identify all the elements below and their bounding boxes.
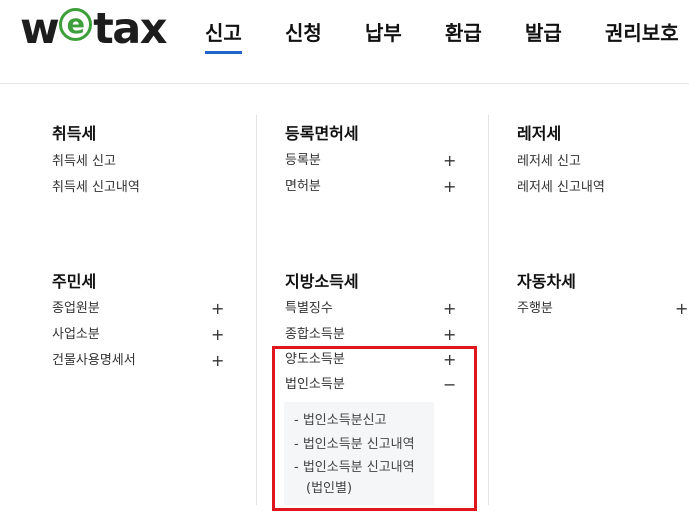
menu-item-business-office[interactable]: 사업소분 (52, 326, 100, 344)
section-title-local-income: 지방소득세 (285, 272, 359, 291)
plus-icon[interactable]: + (211, 326, 224, 344)
menu-item-withholding[interactable]: 특별징수 (285, 300, 333, 318)
plus-icon[interactable]: + (443, 326, 456, 344)
submenu-item-corporate-history-by-corp-suffix[interactable]: (법인별) (306, 480, 352, 498)
section-title-acquisition: 취득세 (52, 124, 97, 143)
nav-item-rights[interactable]: 권리보호 (605, 20, 679, 46)
corporate-submenu: - 법인소득분신고 - 법인소득분 신고내역 - 법인소득분 신고내역 (법인별… (284, 402, 434, 505)
column-divider (488, 115, 489, 505)
nav-item-refund[interactable]: 환급 (445, 20, 482, 46)
menu-item-registration[interactable]: 등록분 (285, 152, 321, 170)
nav-item-apply[interactable]: 신청 (285, 20, 322, 46)
menu-item-comprehensive[interactable]: 종합소득분 (285, 326, 345, 344)
plus-icon[interactable]: + (211, 300, 224, 318)
menu-item-leisure-history[interactable]: 레저세 신고내역 (517, 179, 605, 197)
nav-item-report[interactable]: 신고 (205, 20, 242, 54)
menu-item-acquisition-report[interactable]: 취득세 신고 (52, 153, 116, 171)
menu-item-mileage[interactable]: 주행분 (517, 300, 553, 318)
plus-icon[interactable]: + (211, 352, 224, 370)
nav-item-issue[interactable]: 발급 (525, 20, 562, 46)
plus-icon[interactable]: + (443, 300, 456, 318)
submenu-item-corporate-history[interactable]: - 법인소득분 신고내역 (294, 436, 415, 454)
menu-item-building-usage[interactable]: 건물사용명세서 (52, 352, 136, 370)
section-title-registration: 등록면허세 (285, 124, 359, 143)
plus-icon[interactable]: + (443, 152, 456, 170)
menu-item-leisure-report[interactable]: 레저세 신고 (517, 153, 581, 171)
menu-item-acquisition-history[interactable]: 취득세 신고내역 (52, 179, 140, 197)
section-title-leisure: 레저세 (517, 124, 562, 143)
section-title-automobile: 자동차세 (517, 272, 576, 291)
submenu-item-corporate-history-by-corp[interactable]: - 법인소득분 신고내역 (294, 459, 415, 477)
main-nav: 신고 신청 납부 환급 발급 권리보호 (0, 20, 689, 60)
column-divider (256, 115, 257, 505)
minus-icon[interactable]: − (443, 376, 456, 394)
submenu-item-corporate-report[interactable]: - 법인소득분신고 (294, 412, 387, 430)
menu-item-license[interactable]: 면허분 (285, 178, 321, 196)
plus-icon[interactable]: + (443, 178, 456, 196)
plus-icon[interactable]: + (675, 300, 688, 318)
plus-icon[interactable]: + (443, 351, 456, 369)
menu-item-corporate[interactable]: 법인소득분 (285, 376, 345, 394)
section-title-resident: 주민세 (52, 272, 97, 291)
nav-item-pay[interactable]: 납부 (365, 20, 402, 46)
menu-item-employee[interactable]: 종업원분 (52, 300, 100, 318)
menu-item-transfer[interactable]: 양도소득분 (285, 351, 345, 369)
top-header: w e tax 신고 신청 납부 환급 발급 권리보호 (0, 0, 689, 84)
